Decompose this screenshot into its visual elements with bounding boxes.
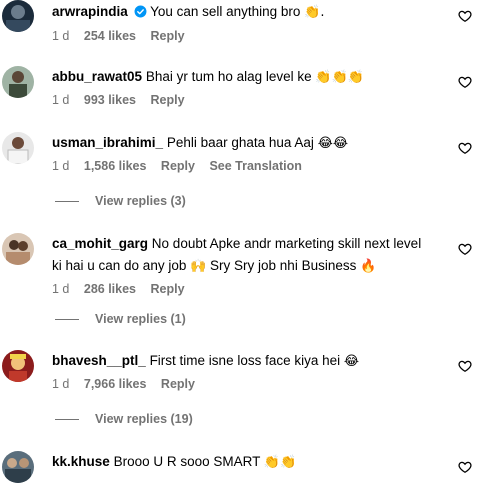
view-replies-button[interactable]: View replies (1) (55, 312, 186, 326)
reply-button[interactable]: Reply (161, 159, 195, 173)
comment-username[interactable]: ca_mohit_garg (52, 236, 148, 251)
view-replies-button[interactable]: View replies (19) (55, 412, 193, 426)
comment-username[interactable]: bhavesh__ptl_ (52, 353, 146, 368)
comment-text: You can sell anything bro (150, 4, 305, 19)
divider-line (55, 319, 79, 321)
avatar[interactable] (2, 350, 34, 382)
comment-time: 1 d (52, 282, 70, 296)
comment-likes[interactable]: 7,966 likes (84, 377, 147, 391)
laughing-emoji: 😂 (343, 354, 360, 369)
divider-line (55, 419, 79, 421)
comment-time: 1 d (52, 29, 70, 43)
avatar[interactable] (2, 233, 34, 265)
raising-hands-emoji: 🙌 (190, 259, 207, 274)
view-replies-button[interactable]: View replies (3) (55, 194, 186, 208)
avatar-image (2, 66, 34, 98)
comment-likes[interactable]: 254 likes (84, 29, 136, 43)
view-replies-label: View replies (1) (95, 312, 186, 326)
heart-icon[interactable] (458, 242, 472, 256)
comment-username[interactable]: usman_ibrahimi_ (52, 135, 163, 150)
divider-line (55, 201, 79, 203)
comment-text: Brooo U R sooo SMART (113, 454, 264, 469)
comment-text: No doubt Apke andr marketing skill next … (151, 236, 422, 251)
comment-text-continued: Sry Sry job nhi Business (206, 258, 361, 273)
view-replies-label: View replies (19) (95, 412, 193, 426)
reply-button[interactable]: Reply (151, 29, 185, 43)
reply-button[interactable]: Reply (161, 377, 195, 391)
comment-username[interactable]: kk.khuse (52, 454, 110, 469)
avatar-image (2, 0, 34, 32)
comment-likes[interactable]: 286 likes (84, 282, 136, 296)
comment-text: Bhai yr tum ho alag level ke (145, 69, 316, 84)
comment-username[interactable]: arwrapindia (52, 4, 128, 19)
comment-text: First time isne loss face kiya hei (149, 353, 344, 368)
avatar-image (2, 132, 34, 164)
avatar[interactable] (2, 0, 34, 32)
laughing-emoji: 😂😂 (317, 136, 349, 151)
clap-emoji: 👏👏👏 (315, 70, 364, 85)
comment-username[interactable]: abbu_rawat05 (52, 69, 142, 84)
comment-likes[interactable]: 1,586 likes (84, 159, 147, 173)
comment-text-continued: ki hai u can do any job (52, 258, 191, 273)
avatar-image (2, 233, 34, 265)
reply-button[interactable]: Reply (151, 93, 185, 107)
comment-likes[interactable]: 993 likes (84, 93, 136, 107)
avatar-image (2, 451, 34, 483)
heart-icon[interactable] (458, 9, 472, 23)
avatar[interactable] (2, 451, 34, 483)
comment-text: Pehli baar ghata hua Aaj (166, 135, 318, 150)
reply-button[interactable]: Reply (151, 282, 185, 296)
clap-emoji: 👏. (304, 5, 325, 20)
verified-badge-icon (134, 3, 147, 25)
comment-time: 1 d (52, 377, 70, 391)
comment-time: 1 d (52, 93, 70, 107)
avatar[interactable] (2, 66, 34, 98)
comment-time: 1 d (52, 159, 70, 173)
heart-icon[interactable] (458, 141, 472, 155)
heart-icon[interactable] (458, 359, 472, 373)
view-replies-label: View replies (3) (95, 194, 186, 208)
see-translation-button[interactable]: See Translation (209, 159, 301, 173)
fire-emoji: 🔥 (360, 259, 377, 274)
clap-emoji: 👏👏 (263, 455, 297, 470)
avatar-image (2, 350, 34, 382)
avatar[interactable] (2, 132, 34, 164)
heart-icon[interactable] (458, 75, 472, 89)
heart-icon[interactable] (458, 460, 472, 474)
